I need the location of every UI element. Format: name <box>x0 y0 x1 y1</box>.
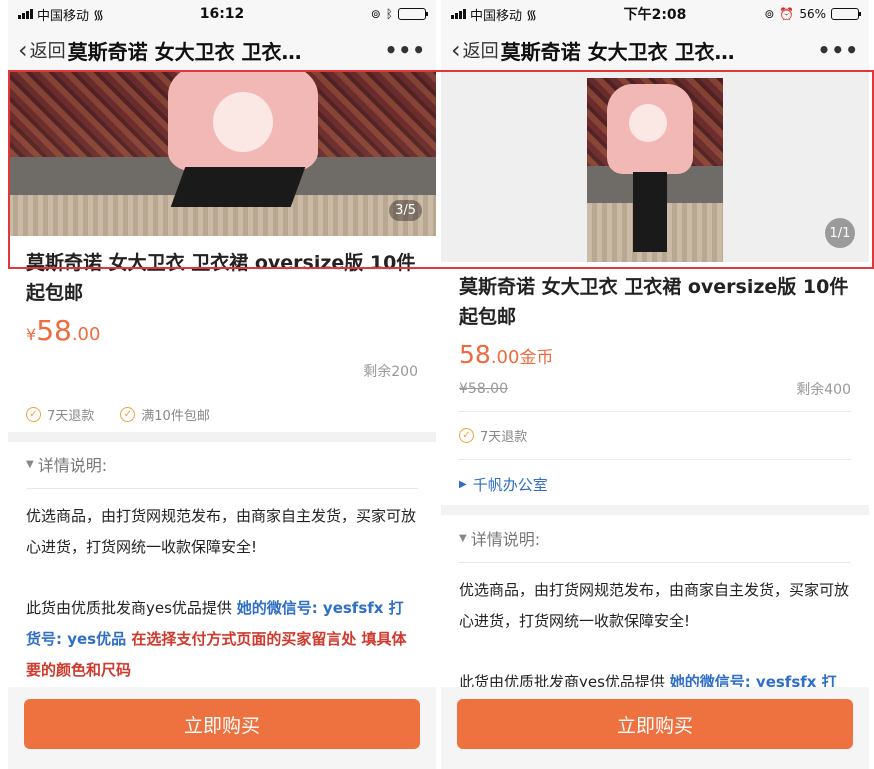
office-link[interactable]: ▶ 千帆办公室 <box>459 474 851 495</box>
back-chevron-icon: ‹ <box>18 36 28 64</box>
price: ¥58.00 <box>26 314 101 347</box>
original-price: ¥58.00 <box>459 381 508 397</box>
section-divider <box>8 432 436 442</box>
back-label: 返回 <box>29 41 66 62</box>
orientation-lock-icon: ⊚ <box>370 7 381 21</box>
battery-icon <box>398 8 428 20</box>
buy-bar: 立即购买 <box>441 687 869 769</box>
status-time: 下午2:08 <box>623 7 687 23</box>
more-dots-icon[interactable]: ••• <box>818 38 859 62</box>
check-circle-icon: ✓ <box>459 428 474 443</box>
product-title: 莫斯奇诺 女大卫衣 卫衣裙 oversize版 10件起包邮 <box>26 252 416 304</box>
check-circle-icon: ✓ <box>120 407 136 422</box>
alarm-icon: ⏰ <box>779 7 795 21</box>
wifi-icon: ᯾ <box>526 8 538 23</box>
tag-free-shipping: ✓ 满10件包邮 <box>120 405 210 424</box>
details-section: ▼ 详情说明: 优选商品，由打货网规范发布，由商家自主发货，买家可放心进货，打货网… <box>8 452 436 686</box>
nav-title: 莫斯奇诺 女大卫衣 卫衣… <box>500 39 735 64</box>
details-heading[interactable]: ▼ 详情说明: <box>459 526 851 550</box>
buy-now-button[interactable]: 立即购买 <box>24 699 420 749</box>
battery-percent: 56% <box>799 7 826 21</box>
section-divider <box>441 505 869 515</box>
product-gallery[interactable]: 1/1 <box>441 72 869 262</box>
product-info: 莫斯奇诺 女大卫衣 卫衣裙 oversize版 10件起包邮 ¥58.00 剩余… <box>8 248 436 424</box>
status-bar: 中国移动 ᯾ 16:12 ⊚ ᛒ <box>8 0 436 28</box>
wifi-icon: ᯾ <box>93 8 105 23</box>
product-title: 莫斯奇诺 女大卫衣 卫衣裙 oversize版 10件起包邮 <box>459 276 849 328</box>
product-info: 莫斯奇诺 女大卫衣 卫衣裙 oversize版 10件起包邮 58.00金币 ¥… <box>441 272 869 495</box>
stock-remaining: 剩余400 <box>796 382 851 398</box>
details-paragraph: 优选商品，由打货网规范发布，由商家自主发货，买家可放心进货，打货网统一收款保障安… <box>459 581 850 630</box>
gallery-counter: 3/5 <box>389 200 422 221</box>
phone-right: 中国移动 ᯾ 下午2:08 ⊚ ⏰ 56% ‹ 返回 莫斯奇诺 女大卫衣 卫衣…… <box>441 0 869 769</box>
phone-left: 中国移动 ᯾ 16:12 ⊚ ᛒ ‹ 返回 莫斯奇诺 女大卫衣 卫衣… ••• <box>8 0 436 769</box>
more-dots-icon[interactable]: ••• <box>385 38 426 62</box>
details-heading[interactable]: ▼ 详情说明: <box>26 452 418 476</box>
back-button[interactable]: ‹ 返回 <box>18 37 66 63</box>
buy-bar: 立即购买 <box>8 687 436 769</box>
nav-title: 莫斯奇诺 女大卫衣 卫衣… <box>67 39 302 64</box>
back-label: 返回 <box>462 41 499 62</box>
tag-refund: ✓ 7天退款 <box>459 426 527 445</box>
tag-refund: ✓ 7天退款 <box>26 405 94 424</box>
triangle-down-icon: ▼ <box>459 532 467 544</box>
carrier-label: 中国移动 <box>470 8 523 24</box>
signal-icon <box>451 9 466 19</box>
service-tags: ✓ 7天退款 ✓ 满10件包邮 <box>26 405 418 424</box>
details-section: ▼ 详情说明: 优选商品，由打货网规范发布，由商家自主发货，买家可放心进货，打货网… <box>441 526 869 698</box>
nav-bar: ‹ 返回 莫斯奇诺 女大卫衣 卫衣… ••• <box>8 28 436 72</box>
signal-icon <box>18 9 33 19</box>
details-paragraph: 优选商品，由打货网规范发布，由商家自主发货，买家可放心进货，打货网统一收款保障安… <box>26 507 417 556</box>
details-seller-info: 此货由优质批发商yes优品提供 她的微信号: yesfsfx 打货号: yes优… <box>26 599 407 679</box>
product-gallery[interactable]: 3/5 <box>8 72 436 236</box>
back-button[interactable]: ‹ 返回 <box>451 37 499 63</box>
orientation-lock-icon: ⊚ <box>764 7 775 21</box>
status-time: 16:12 <box>199 6 245 22</box>
bluetooth-icon: ᛒ <box>385 7 393 21</box>
stock-remaining: 剩余200 <box>363 364 418 380</box>
carrier-label: 中国移动 <box>37 8 90 24</box>
comparison-page: 中国移动 ᯾ 16:12 ⊚ ᛒ ‹ 返回 莫斯奇诺 女大卫衣 卫衣… ••• <box>0 0 874 769</box>
gallery-counter: 1/1 <box>825 218 855 248</box>
battery-icon <box>831 8 861 20</box>
price: 58.00金币 <box>459 340 554 369</box>
triangle-down-icon: ▼ <box>26 458 34 470</box>
product-photo <box>587 78 723 262</box>
status-bar: 中国移动 ᯾ 下午2:08 ⊚ ⏰ 56% <box>441 0 869 28</box>
back-chevron-icon: ‹ <box>451 36 461 64</box>
triangle-right-icon: ▶ <box>459 479 467 490</box>
product-photo <box>8 72 436 236</box>
buy-now-button[interactable]: 立即购买 <box>457 699 853 749</box>
service-tags: ✓ 7天退款 <box>459 426 851 445</box>
nav-bar: ‹ 返回 莫斯奇诺 女大卫衣 卫衣… ••• <box>441 28 869 72</box>
check-circle-icon: ✓ <box>26 407 41 422</box>
